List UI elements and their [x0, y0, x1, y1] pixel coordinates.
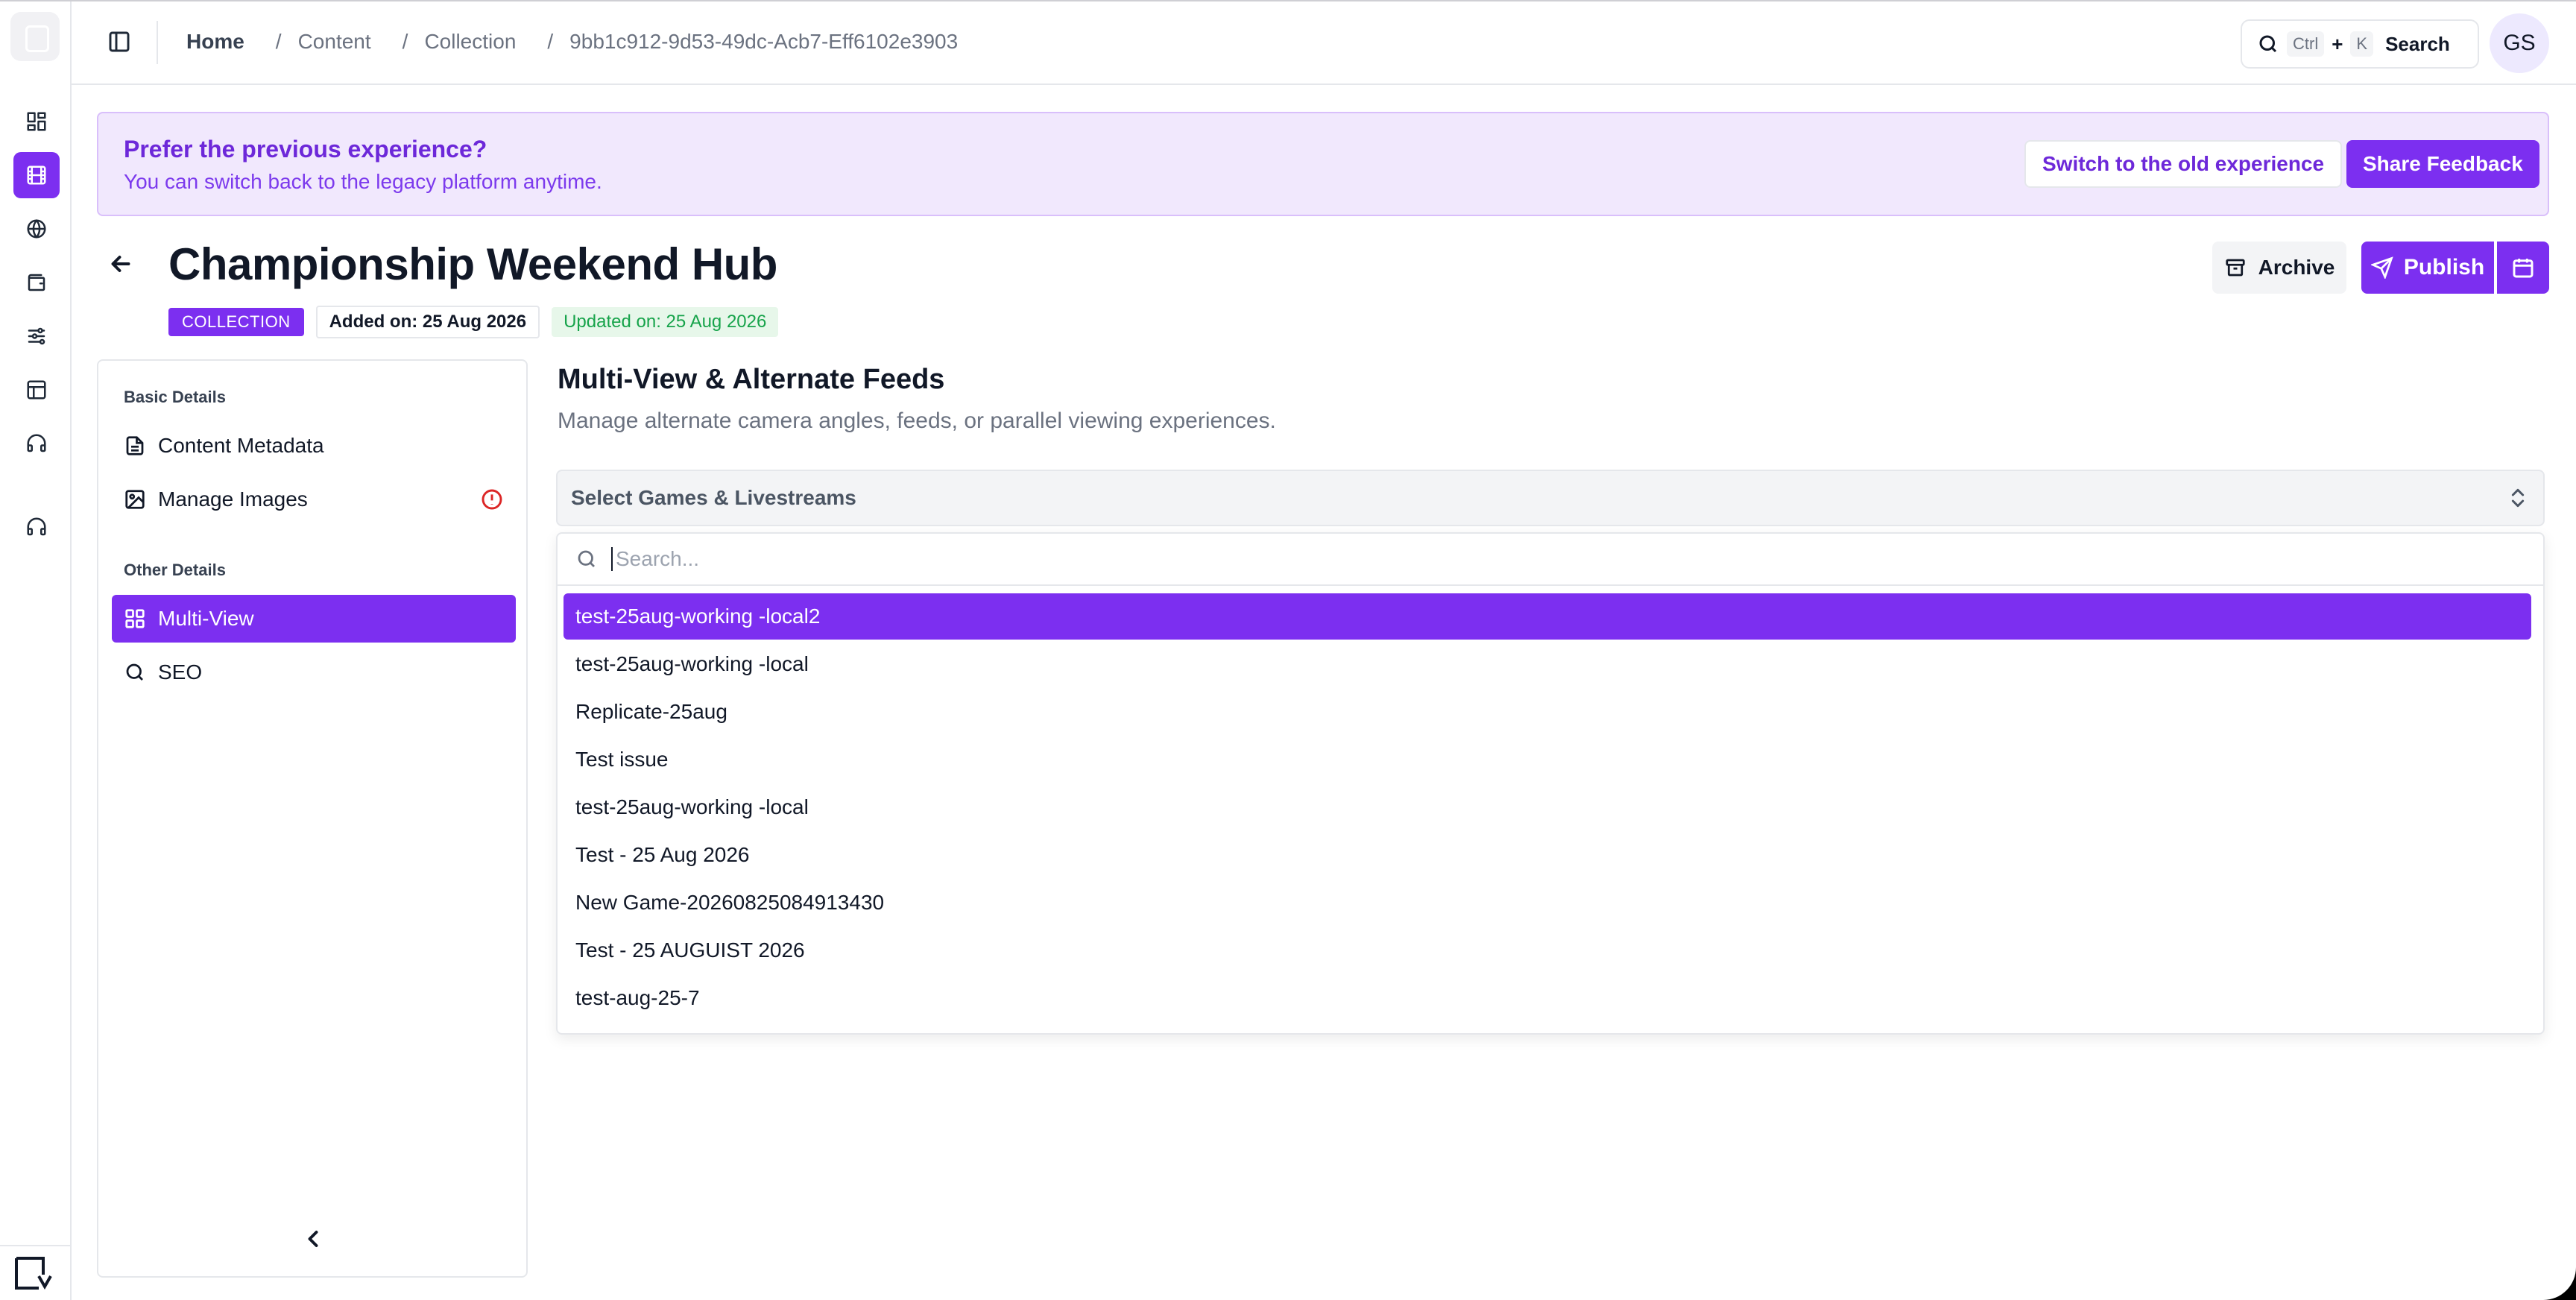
select-placeholder: Select Games & Livestreams	[571, 486, 856, 509]
image-icon	[125, 490, 145, 509]
legacy-experience-banner: Prefer the previous experience? You can …	[97, 112, 2549, 216]
back-button[interactable]	[107, 250, 134, 277]
share-feedback-button[interactable]: Share Feedback	[2346, 140, 2539, 188]
sidebar-item-content-metadata[interactable]: Content Metadata	[112, 422, 516, 470]
search-icon	[2259, 35, 2277, 53]
dropdown-option[interactable]: New Game-20260825084913430	[564, 880, 2531, 926]
dropdown-option[interactable]: Replicate-25aug	[564, 689, 2531, 735]
dropdown-option[interactable]: test-aug-25-7	[564, 975, 2531, 1021]
dropdown-option[interactable]: Test - 25 Aug 2026	[564, 832, 2531, 878]
arrow-left-icon	[111, 256, 130, 272]
archive-button[interactable]: Archive	[2212, 242, 2346, 294]
global-search-button[interactable]: Ctrl + K Search	[2241, 19, 2479, 69]
breadcrumb: Home / Content / Collection / 9bb1c912-9…	[186, 30, 958, 54]
banner-subtitle: You can switch back to the legacy platfo…	[124, 170, 602, 193]
file-text-icon	[126, 436, 144, 455]
breadcrumb-separator: /	[547, 30, 554, 53]
breadcrumb-separator: /	[275, 30, 282, 53]
updated-date-badge: Updated on: 25 Aug 2026	[552, 307, 779, 337]
rail-divider	[0, 1245, 72, 1246]
grid-icon	[125, 609, 145, 628]
dropdown-option[interactable]: Test - 25 AUGUIST 2026	[564, 927, 2531, 974]
page-badges: COLLECTION Added on: 25 Aug 2026 Updated…	[168, 306, 779, 338]
sidebar-item-label: SEO	[158, 660, 203, 684]
search-icon	[578, 550, 595, 567]
chevron-left-icon	[308, 1231, 318, 1247]
shortcut-key-k: K	[2350, 31, 2374, 57]
support-icon[interactable]	[13, 504, 60, 550]
section-title: Multi-View & Alternate Feeds	[558, 364, 945, 395]
breadcrumb-collection[interactable]: Collection	[424, 30, 516, 54]
icon-rail	[0, 1, 72, 1300]
film-icon[interactable]	[13, 152, 60, 198]
publish-label: Publish	[2403, 255, 2485, 280]
sidebar-item-label: Manage Images	[158, 488, 308, 511]
dashboard-icon[interactable]	[13, 98, 60, 145]
section-description: Manage alternate camera angles, feeds, o…	[558, 408, 1276, 433]
shortcut-plus: +	[2332, 32, 2343, 55]
shortcut-key-ctrl: Ctrl	[2287, 31, 2325, 57]
globe-icon[interactable]	[13, 206, 60, 252]
app-logo[interactable]	[10, 12, 60, 61]
basic-details-heading: Basic Details	[124, 388, 226, 406]
sidebar-item-seo[interactable]: SEO	[112, 649, 516, 696]
games-dropdown: test-25aug-working -local2test-25aug-wor…	[556, 532, 2545, 1035]
added-date-badge: Added on: 25 Aug 2026	[315, 306, 540, 338]
sidebar-item-label: Content Metadata	[158, 434, 324, 457]
games-livestreams-select[interactable]: Select Games & Livestreams	[556, 470, 2545, 526]
top-bar: Home / Content / Collection / 9bb1c912-9…	[72, 1, 2576, 85]
sidebar-item-label: Multi-View	[158, 607, 254, 630]
send-icon	[2370, 256, 2393, 279]
breadcrumb-separator: /	[402, 30, 408, 53]
schedule-publish-button[interactable]	[2497, 242, 2549, 294]
alert-circle-icon	[480, 488, 504, 511]
banner-title: Prefer the previous experience?	[124, 136, 487, 162]
breadcrumb-content[interactable]: Content	[298, 30, 371, 54]
topbar-divider	[157, 21, 158, 64]
search-label: Search	[2385, 32, 2450, 55]
brand-mark-icon	[15, 1257, 52, 1290]
sidebar-item-multi-view[interactable]: Multi-View	[112, 595, 516, 643]
sidebar-icon	[109, 31, 130, 52]
type-badge: COLLECTION	[168, 308, 304, 336]
archive-label: Archive	[2258, 256, 2335, 279]
toggle-sidebar-button[interactable]	[104, 27, 134, 57]
chevrons-up-down-icon	[2506, 486, 2530, 510]
search-icon	[126, 663, 143, 681]
user-avatar[interactable]: GS	[2490, 13, 2549, 73]
other-details-heading: Other Details	[124, 561, 226, 579]
headphones-icon[interactable]	[13, 420, 60, 467]
page-title: Championship Weekend Hub	[168, 239, 777, 289]
switch-old-experience-button[interactable]: Switch to the old experience	[2024, 140, 2343, 188]
app-window: Home / Content / Collection / 9bb1c912-9…	[0, 0, 2576, 1300]
dropdown-option[interactable]: test-25aug-working -local2	[564, 593, 2531, 640]
dropdown-option[interactable]: test-25aug-working -local	[564, 784, 2531, 830]
dropdown-option[interactable]: Test issue	[564, 736, 2531, 783]
details-sidebar: Basic Details Content Metadata Manage Im…	[97, 359, 528, 1278]
sliders-icon[interactable]	[13, 313, 60, 359]
wallet-icon[interactable]	[13, 259, 60, 306]
publish-button[interactable]: Publish	[2361, 242, 2494, 294]
breadcrumb-current-id: 9bb1c912-9d53-49dc-Acb7-Eff6102e3903	[569, 30, 959, 53]
dropdown-search	[558, 534, 2543, 586]
calendar-icon	[2513, 259, 2534, 278]
dropdown-option[interactable]: test-25aug-working -local	[564, 641, 2531, 687]
dropdown-search-input[interactable]	[611, 547, 2475, 571]
archive-icon	[2226, 259, 2245, 277]
sidebar-item-manage-images[interactable]: Manage Images	[112, 476, 516, 523]
layout-icon[interactable]	[13, 367, 60, 413]
breadcrumb-home[interactable]: Home	[186, 30, 244, 54]
collapse-sidebar-button[interactable]	[300, 1225, 326, 1252]
